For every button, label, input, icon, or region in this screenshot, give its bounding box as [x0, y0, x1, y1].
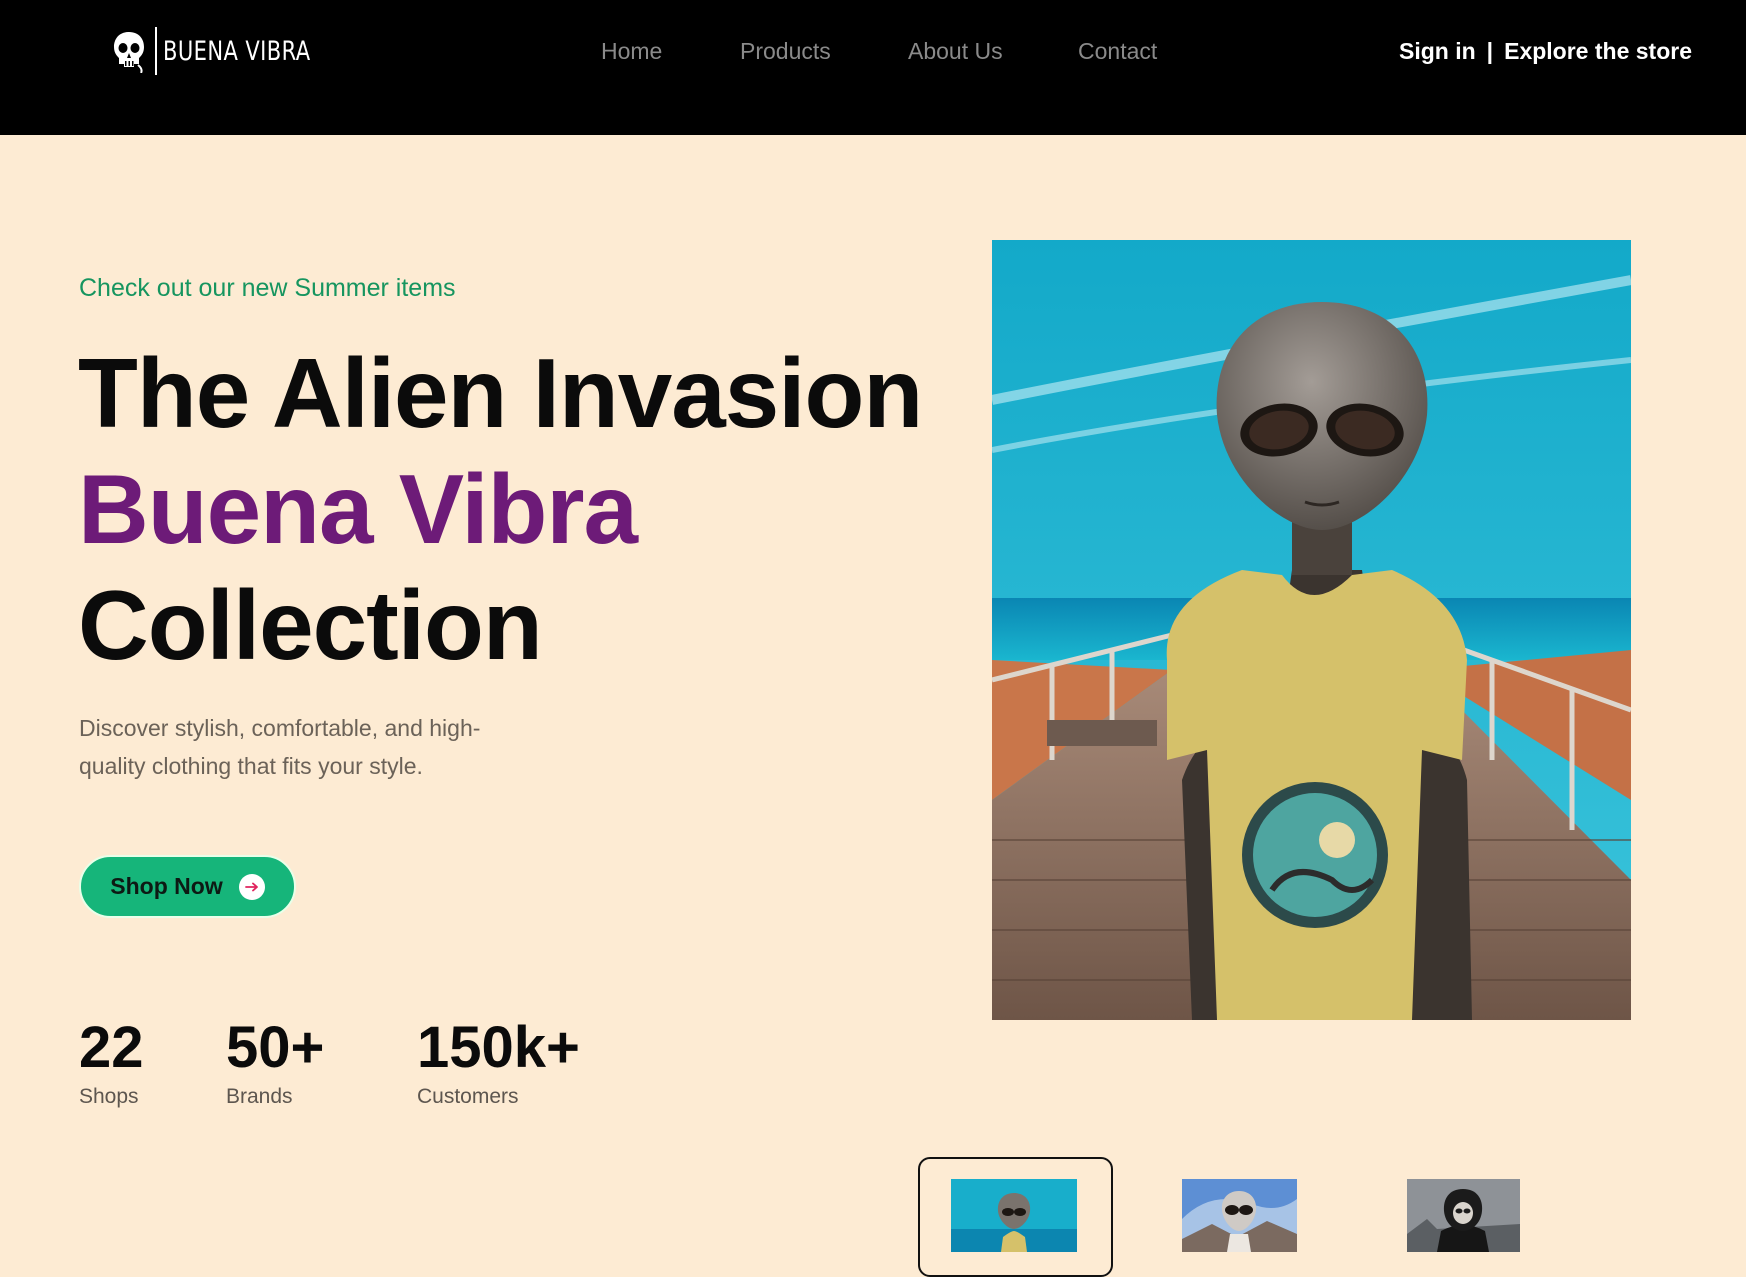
stat-value: 22 [79, 1015, 144, 1080]
stat-brands: 50+ Brands [226, 1013, 324, 1109]
header-separator: | [1486, 38, 1494, 64]
header-actions: Sign in | Explore the store [1399, 38, 1692, 65]
shop-now-label: Shop Now [110, 873, 223, 899]
thumbnail-2[interactable] [1182, 1179, 1297, 1252]
stat-customers: 150k+ Customers [417, 1013, 580, 1109]
thumbnail-1[interactable] [951, 1179, 1077, 1252]
stat-label: Shops [79, 1085, 139, 1108]
hero-headline: The Alien Invasion Buena Vibra Collectio… [78, 335, 923, 683]
sign-in-link[interactable]: Sign in [1399, 38, 1476, 65]
hero-eyebrow: Check out our new Summer items [79, 274, 456, 302]
nav-products[interactable]: Products [740, 38, 831, 65]
headline-line-3: Collection [78, 570, 543, 680]
nav-home[interactable]: Home [601, 38, 662, 65]
explore-store-link[interactable]: Explore the store [1504, 38, 1692, 65]
nav-about-us[interactable]: About Us [908, 38, 1003, 65]
hero-description: Discover stylish, comfortable, and high-… [79, 715, 481, 779]
arrow-right-icon [238, 873, 265, 900]
stat-label: Brands [226, 1085, 293, 1108]
site-header: BUENA VIBRA Home Products About Us Conta… [0, 0, 1746, 135]
hero-product-image [992, 240, 1631, 1020]
headline-line-2: Buena Vibra [78, 454, 638, 564]
stat-value: 150k+ [417, 1015, 580, 1080]
nav-contact[interactable]: Contact [1078, 38, 1157, 65]
stat-value: 50+ [226, 1015, 325, 1080]
stat-shops: 22 Shops [79, 1013, 144, 1109]
shop-now-button[interactable]: Shop Now [79, 855, 296, 918]
headline-line-1: The Alien Invasion [78, 338, 923, 448]
stat-label: Customers [417, 1085, 519, 1108]
thumbnail-3[interactable] [1407, 1179, 1520, 1252]
